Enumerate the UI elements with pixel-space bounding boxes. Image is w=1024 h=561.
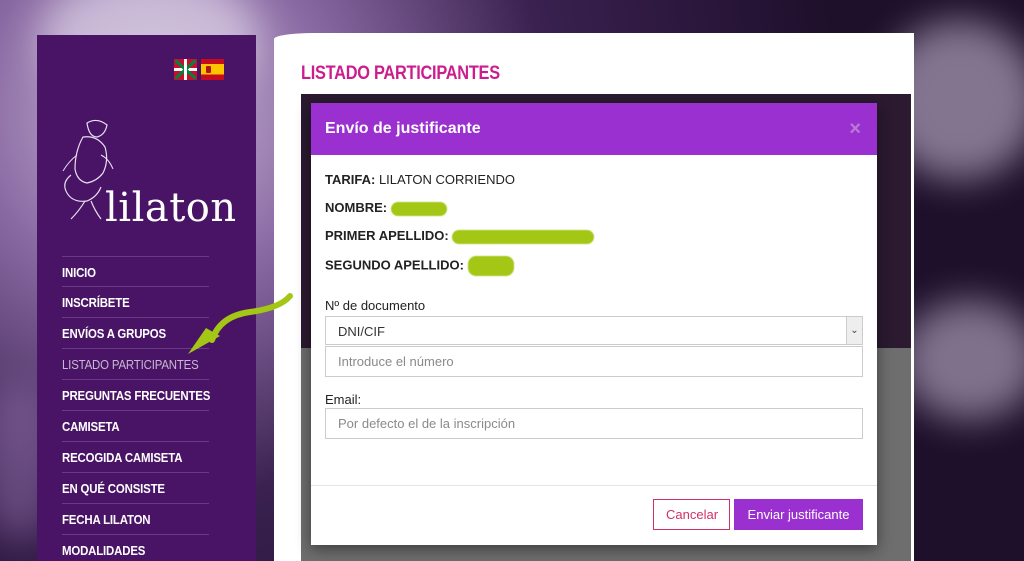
justificante-modal: Envío de justificante × TARIFA: LILATON … [311,103,877,545]
nav-item-modalidades[interactable]: MODALIDADES [62,535,209,561]
chevron-down-icon[interactable]: ⌄ [846,317,862,344]
doc-type-value: DNI/CIF [338,324,385,339]
primer-apellido-label: PRIMER APELLIDO: [325,228,449,243]
modal-footer-divider [311,485,877,486]
basque-flag-icon[interactable] [174,59,197,80]
background-blur [900,300,1024,420]
send-justificante-button[interactable]: Enviar justificante [734,499,863,530]
segundo-apellido-label: SEGUNDO APELLIDO: [325,257,464,273]
tarifa-label: TARIFA: [325,172,376,187]
doc-label: Nº de documento [325,298,426,313]
site-logo[interactable]: lilaton [105,185,237,231]
annotation-arrow-icon [188,293,293,354]
nav-item-recogida-camiseta[interactable]: RECOGIDA CAMISETA [62,442,209,473]
primer-apellido-row: PRIMER APELLIDO: [325,228,595,244]
nombre-row: NOMBRE: [325,200,447,216]
spain-flag-icon[interactable] [201,59,224,80]
email-input[interactable] [325,408,863,439]
nav-item-preguntas-frecuentes[interactable]: PREGUNTAS FRECUENTES [62,380,210,411]
doc-type-select[interactable]: DNI/CIF ⌄ [325,316,863,345]
cancel-button[interactable]: Cancelar [653,499,730,530]
redacted-value [390,201,447,216]
tarifa-value: LILATON CORRIENDO [378,172,515,187]
close-icon[interactable]: × [849,119,861,139]
doc-number-input[interactable] [325,346,863,377]
redacted-value [467,256,514,276]
redacted-value [452,229,595,244]
language-flags [174,59,224,80]
modal-header: Envío de justificante × [311,103,877,155]
modal-title: Envío de justificante [325,120,481,137]
nav-item-inicio[interactable]: INICIO [62,256,209,287]
page-title: LISTADO PARTICIPANTES [301,63,500,84]
email-label: Email: [325,392,362,407]
nav-item-en-que-consiste[interactable]: EN QUÉ CONSISTE [62,473,209,504]
nombre-label: NOMBRE: [325,200,388,215]
nav-item-camiseta[interactable]: CAMISETA [62,411,209,442]
tarifa-row: TARIFA: LILATON CORRIENDO [325,172,515,187]
segundo-apellido-row: SEGUNDO APELLIDO: [325,256,514,276]
nav-item-fecha-lilaton[interactable]: FECHA LILATON [62,504,209,535]
